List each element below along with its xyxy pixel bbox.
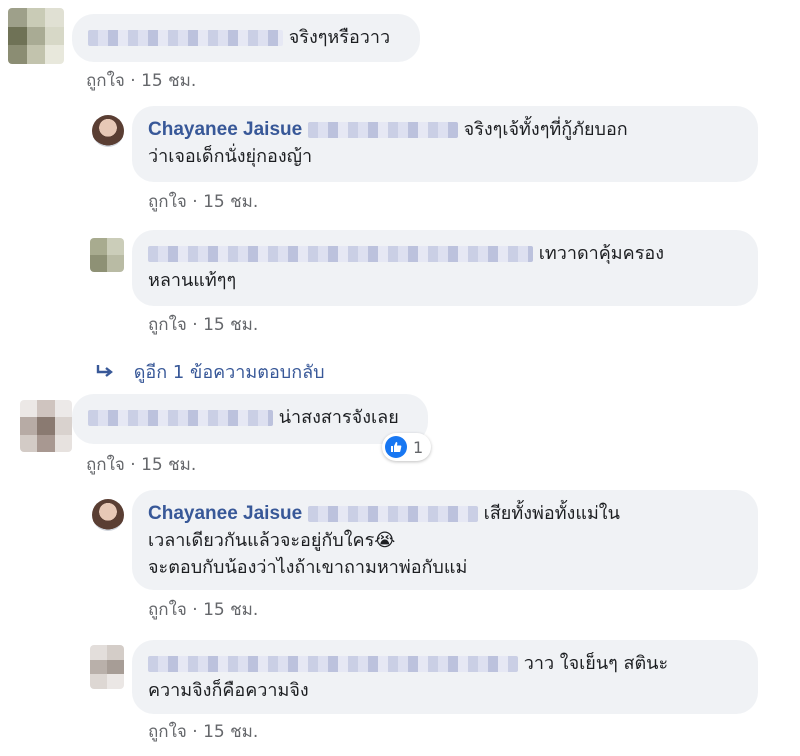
- comment-text: น่าสงสารจังเลย: [278, 407, 399, 428]
- comment-text: จริงๆหรือวาว: [288, 27, 391, 48]
- like-link[interactable]: ถูกใจ: [148, 192, 187, 212]
- timestamp[interactable]: 15 ชม.: [141, 455, 196, 475]
- view-more-replies-label: ดูอีก 1 ข้อความตอบกลับ: [133, 362, 325, 383]
- avatar[interactable]: [92, 115, 124, 147]
- timestamp[interactable]: 15 ชม.: [203, 600, 258, 620]
- redacted-name: [307, 506, 478, 522]
- like-link[interactable]: ถูกใจ: [86, 455, 125, 475]
- timestamp[interactable]: 15 ชม.: [203, 192, 258, 212]
- author-name[interactable]: Chayanee Jaisue: [148, 503, 302, 524]
- reply-bubble: วาว ใจเย็นๆ สตินะ ความจิงก็คือความจิง: [132, 640, 758, 714]
- reply-arrow-icon: [96, 362, 114, 383]
- author-name[interactable]: Chayanee Jaisue: [148, 119, 302, 140]
- like-link[interactable]: ถูกใจ: [148, 600, 187, 620]
- reply-bubble: Chayanee Jaisue จริงๆเจ้ทั้งๆที่กู้ภัยบอ…: [132, 106, 758, 182]
- reply-text-line1: วาว ใจเย็นๆ สตินะ: [523, 653, 669, 674]
- reaction-summary[interactable]: 1: [382, 433, 432, 461]
- comment-meta: ถูกใจ · 15 ชม.: [86, 455, 197, 475]
- avatar[interactable]: [92, 499, 124, 531]
- reply-text-line1: เสียทั้งพ่อทั้งแม่ใน: [483, 503, 620, 524]
- like-link[interactable]: ถูกใจ: [148, 722, 187, 742]
- timestamp[interactable]: 15 ชม.: [203, 315, 258, 335]
- view-more-replies-link[interactable]: ดูอีก 1 ข้อความตอบกลับ: [96, 357, 325, 386]
- reply-text-line1: เทวาดาคุ้มครอง: [538, 243, 664, 264]
- like-link[interactable]: ถูกใจ: [86, 71, 125, 91]
- reply-text-line1: จริงๆเจ้ทั้งๆที่กู้ภัยบอก: [463, 119, 628, 140]
- reply-meta: ถูกใจ · 15 ชม.: [148, 722, 259, 742]
- reply-text-line2: ความจิงก็คือความจิง: [148, 680, 309, 701]
- like-link[interactable]: ถูกใจ: [148, 315, 187, 335]
- timestamp[interactable]: 15 ชม.: [141, 71, 196, 91]
- redacted-name: [88, 410, 273, 426]
- thumbs-up-icon: [385, 436, 407, 458]
- reply-bubble: เทวาดาคุ้มครอง หลานแท้ๆๆ: [132, 230, 758, 306]
- reply-text-line3: จะตอบกับน้องว่าไงถ้าเขาถามหาพ่อกับแม่: [148, 557, 468, 578]
- comment-meta: ถูกใจ · 15 ชม.: [86, 71, 197, 91]
- reply-text-line2: เวลาเดียวกันแล้วจะอยู่กับใคร😭: [148, 530, 396, 551]
- redacted-name: [88, 30, 283, 46]
- reaction-count: 1: [413, 437, 424, 457]
- reply-text-line2: ว่าเจอเด็กนั่งยุ่กองญ้า: [148, 146, 313, 167]
- timestamp[interactable]: 15 ชม.: [203, 722, 258, 742]
- reply-text-line2: หลานแท้ๆๆ: [148, 270, 237, 291]
- reply-meta: ถูกใจ · 15 ชม.: [148, 192, 259, 212]
- avatar[interactable]: [90, 645, 124, 689]
- comment-bubble: จริงๆหรือวาว: [72, 14, 420, 62]
- redacted-name: [307, 122, 458, 138]
- avatar[interactable]: [8, 8, 64, 64]
- comment-bubble: น่าสงสารจังเลย: [72, 394, 428, 444]
- avatar[interactable]: [20, 400, 72, 452]
- reply-meta: ถูกใจ · 15 ชม.: [148, 600, 259, 620]
- reply-meta: ถูกใจ · 15 ชม.: [148, 315, 259, 335]
- avatar[interactable]: [90, 238, 124, 272]
- reply-bubble: Chayanee Jaisue เสียทั้งพ่อทั้งแม่ใน เวล…: [132, 490, 758, 590]
- redacted-name: [148, 656, 518, 672]
- redacted-name: [148, 246, 533, 262]
